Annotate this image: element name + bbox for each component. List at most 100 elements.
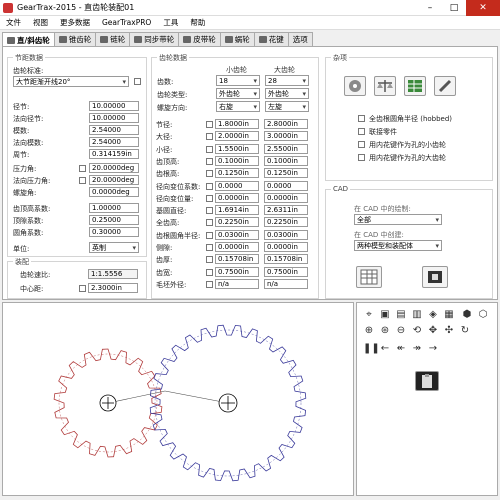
gear-value[interactable]: 3.0000in <box>264 131 308 142</box>
gear-value[interactable]: 2.5500in <box>264 143 308 154</box>
gear-row-lock-checkbox[interactable] <box>206 170 213 178</box>
shaded-view-icon[interactable]: ⬢ <box>461 309 473 321</box>
unit-select[interactable]: 英制 <box>89 242 139 253</box>
zoom-in-icon[interactable]: ⊛ <box>379 325 391 337</box>
pinion-value[interactable]: 0.2250in <box>215 217 259 228</box>
pan-icon[interactable]: ✥ <box>427 325 439 337</box>
view-top-icon[interactable]: ▤ <box>395 309 407 321</box>
pitch-field-lock-checkbox[interactable] <box>79 165 86 172</box>
menu-help[interactable]: 帮助 <box>184 17 211 28</box>
gear-teeth-input[interactable]: 28 <box>265 75 309 86</box>
gear-row-lock-checkbox[interactable] <box>206 219 213 227</box>
pitch-field-value[interactable]: 1.00000 <box>89 203 139 213</box>
menu-tools[interactable]: 工具 <box>157 17 184 28</box>
pinion-hand-select[interactable]: 右旋 <box>216 101 260 112</box>
edit-button[interactable] <box>434 76 456 96</box>
zoom-out-icon[interactable]: ⊖ <box>395 325 407 337</box>
gear-value[interactable]: 0.0000 <box>264 180 308 191</box>
pinion-value[interactable]: 1.6914in <box>215 205 259 216</box>
gear-row-lock-checkbox[interactable] <box>206 268 213 276</box>
gear-value[interactable]: 0.1250in <box>264 168 308 179</box>
pinion-value[interactable]: 0.0000in <box>215 242 259 252</box>
ratio-field[interactable]: 1:1.5556 <box>88 269 138 279</box>
pitch-field-value[interactable]: 20.0000deg <box>89 163 139 173</box>
pitch-field-value[interactable]: 10.00000 <box>89 113 139 123</box>
gear-value[interactable]: 0.0000in <box>264 242 308 252</box>
pitch-field-value[interactable]: 10.00000 <box>89 101 139 111</box>
link-parts-checkbox[interactable] <box>358 128 365 135</box>
gear-row-lock-checkbox[interactable] <box>206 182 213 190</box>
create-cad-button[interactable] <box>422 266 448 288</box>
move-icon[interactable]: ✣ <box>443 325 455 337</box>
pinion-value[interactable]: 0.0000 <box>215 180 259 191</box>
pinion-value[interactable]: 1.5500in <box>215 143 259 154</box>
gear-value[interactable]: n/a <box>264 278 308 289</box>
pitch-field-value[interactable]: 0.314159in <box>89 149 139 159</box>
step-back-icon[interactable]: ← <box>379 343 391 355</box>
pinion-type-select[interactable]: 外齿轮 <box>216 88 260 99</box>
fast-back-icon[interactable]: ↞ <box>395 343 407 355</box>
menu-view[interactable]: 视图 <box>27 17 54 28</box>
tab-belt-pulley[interactable]: 皮带轮 <box>178 32 221 46</box>
spin-icon[interactable]: ↻ <box>459 325 471 337</box>
gear-row-lock-checkbox[interactable] <box>206 194 213 202</box>
pinion-value[interactable]: 2.0000in <box>215 131 259 142</box>
view-right-icon[interactable]: ▦ <box>443 309 455 321</box>
gear-value[interactable]: 0.1000in <box>264 155 308 166</box>
view-front-icon[interactable]: ▣ <box>379 309 391 321</box>
rotate-icon[interactable]: ⟲ <box>411 325 423 337</box>
menu-geartraxpro[interactable]: GearTraxPRO <box>96 18 157 27</box>
wireframe-view-icon[interactable]: ⬡ <box>477 309 489 321</box>
pinion-value[interactable]: 0.0000in <box>215 192 259 203</box>
menu-more-data[interactable]: 更多数据 <box>54 17 96 28</box>
gear-calc-button[interactable] <box>344 76 366 96</box>
pitch-field-value[interactable]: 0.30000 <box>89 227 139 237</box>
gear-type-select[interactable]: 外齿轮 <box>265 88 309 99</box>
pitch-field-value[interactable]: 2.54000 <box>89 137 139 147</box>
gear-spline-bore-checkbox[interactable] <box>358 154 365 161</box>
gear-row-lock-checkbox[interactable] <box>206 133 213 141</box>
gear-hand-select[interactable]: 左旋 <box>265 101 309 112</box>
pinion-teeth-input[interactable]: 18 <box>216 75 260 86</box>
tab-bevel[interactable]: 锥齿轮 <box>53 32 97 46</box>
gear-value[interactable]: 0.15708in <box>264 254 308 265</box>
center-distance-lock-checkbox[interactable] <box>79 285 86 292</box>
menu-file[interactable]: 文件 <box>0 17 27 28</box>
cad-draw-select[interactable]: 全部 <box>354 214 442 225</box>
gear-value[interactable]: 2.8000in <box>264 119 308 129</box>
pinion-spline-bore-checkbox[interactable] <box>358 141 365 148</box>
gear-value[interactable]: 0.0000in <box>264 192 308 203</box>
gear-standard-select[interactable]: 大节距渐开线20° <box>13 76 129 87</box>
pitch-field-value[interactable]: 20.0000deg <box>89 175 139 185</box>
gear-value[interactable]: 0.2250in <box>264 217 308 228</box>
pinion-value[interactable]: 0.15708in <box>215 254 259 265</box>
balance-button[interactable] <box>374 76 396 96</box>
full-root-fillet-checkbox[interactable] <box>358 115 365 122</box>
gear-preview-canvas[interactable] <box>2 302 354 496</box>
tab-worm[interactable]: 蜗轮 <box>219 32 255 46</box>
tab-options[interactable]: 选项 <box>287 32 313 46</box>
gear-row-lock-checkbox[interactable] <box>206 280 213 288</box>
close-icon[interactable]: ✕ <box>466 0 500 16</box>
pitch-field-value[interactable]: 0.25000 <box>89 215 139 225</box>
tab-spline[interactable]: 花键 <box>253 32 289 46</box>
pointer-icon[interactable]: ⌖ <box>363 309 375 321</box>
gear-value[interactable]: 0.0300in <box>264 229 308 240</box>
gear-row-lock-checkbox[interactable] <box>206 256 213 264</box>
tab-spur-helical[interactable]: 直/斜齿轮 <box>2 32 55 47</box>
pinion-value[interactable]: 0.1000in <box>215 155 259 166</box>
minimize-icon[interactable]: – <box>418 0 442 16</box>
pitch-field-value[interactable]: 2.54000 <box>89 125 139 135</box>
gear-row-lock-checkbox[interactable] <box>206 207 213 215</box>
gear-row-lock-checkbox[interactable] <box>206 145 213 153</box>
pinion-value[interactable]: 1.8000in <box>215 119 259 129</box>
gear-row-lock-checkbox[interactable] <box>206 157 213 165</box>
cad-create-select[interactable]: 两种模型和装配体 <box>354 240 442 251</box>
table-button[interactable] <box>404 76 426 96</box>
tab-timing-pulley[interactable]: 同步带轮 <box>129 32 180 46</box>
clipboard-button[interactable] <box>415 371 439 391</box>
gear-value[interactable]: 2.6311in <box>264 205 308 216</box>
pitch-field-lock-checkbox[interactable] <box>79 177 86 184</box>
center-distance-field[interactable]: 2.3000in <box>88 283 138 293</box>
view-side-icon[interactable]: ▥ <box>411 309 423 321</box>
